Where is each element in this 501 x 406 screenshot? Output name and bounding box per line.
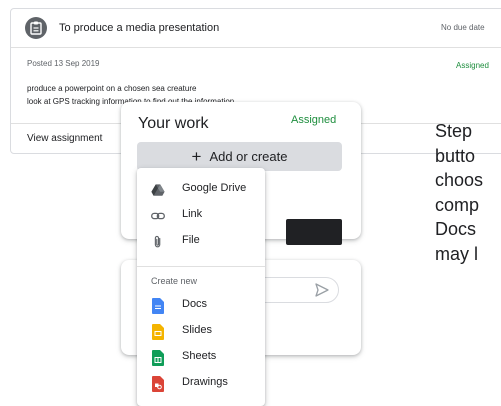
assignment-title[interactable]: To produce a media presentation (59, 22, 219, 34)
instruction-line: comp (435, 194, 480, 215)
menu-item-docs[interactable]: Docs (137, 293, 265, 319)
menu-item-label: Docs (182, 298, 208, 310)
instruction-line: may l (435, 243, 479, 264)
add-or-create-button[interactable]: + Add or create (137, 142, 342, 171)
add-or-create-menu: Google Drive Link File Create new Docs S… (137, 168, 265, 406)
view-assignment-link[interactable]: View assignment (27, 133, 102, 144)
instruction-line: Docs (435, 219, 477, 239)
menu-item-slides[interactable]: Slides (137, 319, 265, 345)
your-work-status: Assigned (291, 114, 337, 126)
menu-item-label: Drawings (182, 376, 228, 388)
assignment-status: Assigned (456, 61, 489, 70)
instruction-line: butto (435, 145, 476, 166)
menu-item-google-drive[interactable]: Google Drive (137, 177, 265, 203)
paperclip-icon (154, 235, 161, 248)
menu-item-file[interactable]: File (137, 229, 265, 255)
assignment-icon (25, 17, 47, 39)
posted-date: Posted 13 Sep 2019 (27, 59, 100, 68)
sheets-icon (152, 350, 164, 366)
instruction-text: Step butto choos comp Docs may l (435, 119, 501, 266)
assignment-header[interactable]: To produce a media presentation No due d… (11, 9, 501, 48)
send-icon[interactable] (314, 282, 330, 298)
link-icon (151, 212, 165, 220)
menu-item-label: Link (182, 208, 203, 220)
create-new-heading: Create new (151, 276, 198, 286)
menu-item-label: Sheets (182, 350, 217, 362)
add-or-create-label: Add or create (209, 149, 288, 164)
menu-item-sheets[interactable]: Sheets (137, 345, 265, 371)
your-work-title: Your work (138, 115, 209, 132)
instruction-line: Step (435, 121, 473, 141)
menu-item-link[interactable]: Link (137, 203, 265, 229)
google-drive-icon (151, 184, 165, 196)
drawings-icon (152, 376, 164, 392)
docs-icon (152, 298, 164, 314)
menu-item-drawings[interactable]: Drawings (137, 371, 265, 397)
plus-icon: + (191, 147, 202, 166)
turn-in-button[interactable] (286, 219, 342, 245)
slides-icon (152, 324, 164, 340)
instruction-line: choos (435, 170, 484, 190)
menu-item-label: File (182, 234, 200, 246)
description-line: produce a powerpoint on a chosen sea cre… (27, 84, 197, 93)
due-date: No due date (441, 23, 485, 32)
menu-divider (137, 266, 265, 267)
menu-item-label: Google Drive (182, 182, 247, 194)
menu-item-label: Slides (182, 324, 212, 336)
